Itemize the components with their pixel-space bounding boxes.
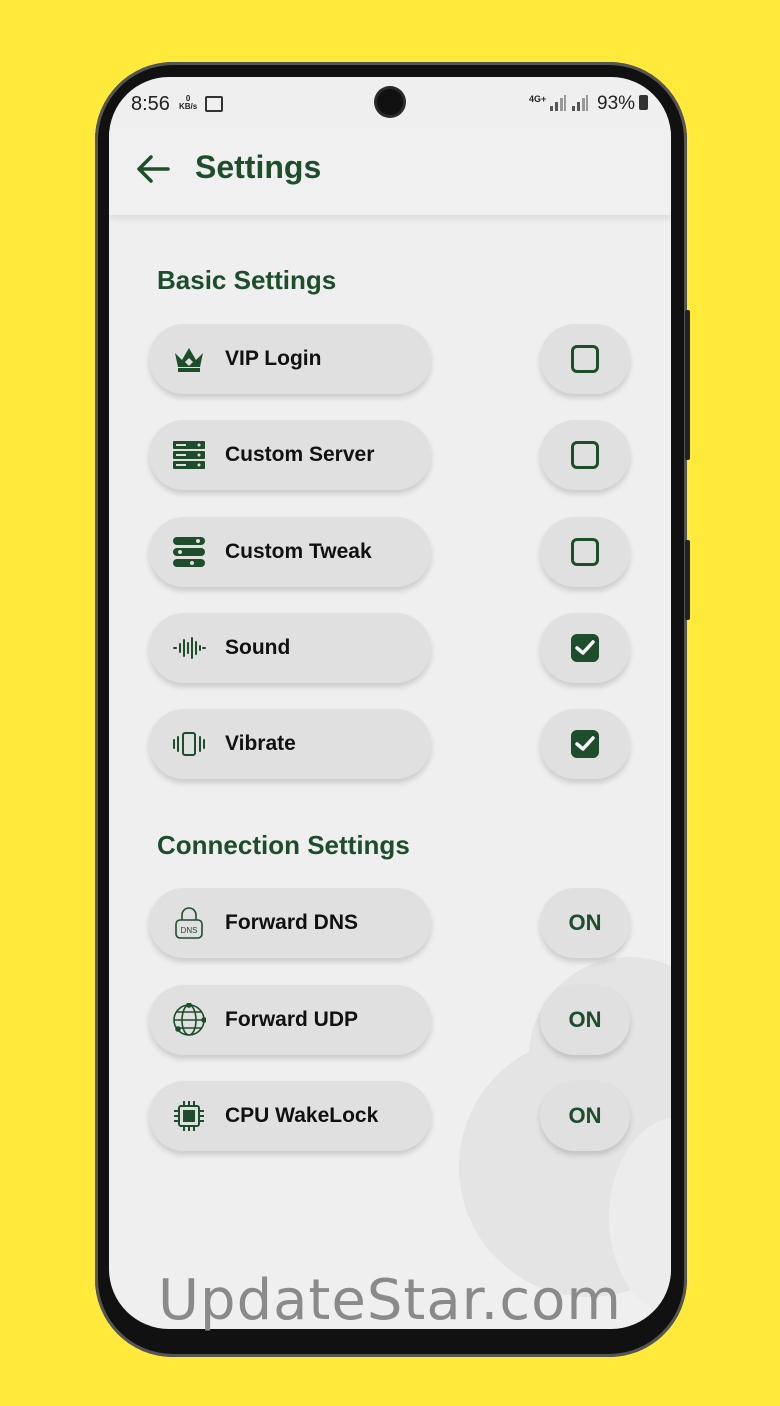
status-time: 8:56 — [131, 93, 170, 115]
vibrate-label: Vibrate — [225, 732, 296, 755]
globe-network-icon — [169, 1000, 209, 1040]
vip-login-row[interactable]: VIP Login — [149, 324, 431, 394]
sound-checkbox[interactable] — [540, 613, 630, 683]
tweak-icon — [169, 532, 209, 572]
svg-text:DNS: DNS — [181, 926, 198, 935]
connection-settings-heading: Connection Settings — [157, 830, 410, 860]
custom-server-label: Custom Server — [225, 443, 375, 466]
crown-icon — [169, 339, 209, 379]
watermark: UpdateStar.com — [158, 1268, 622, 1333]
checkbox-unchecked — [571, 538, 599, 566]
app-bar: Settings — [109, 129, 671, 215]
sound-wave-icon — [169, 628, 209, 668]
back-arrow-icon[interactable] — [135, 151, 171, 187]
forward-dns-label: Forward DNS — [225, 911, 359, 934]
cpu-wakelock-toggle[interactable]: ON — [540, 1081, 630, 1151]
vibrate-row[interactable]: Vibrate — [149, 709, 431, 779]
vibrate-checkbox[interactable] — [540, 709, 630, 779]
custom-tweak-label: Custom Tweak — [225, 540, 372, 563]
network-type: 4G+ — [529, 94, 547, 104]
cpu-wakelock-row[interactable]: CPU WakeLock — [149, 1081, 431, 1151]
forward-udp-toggle[interactable]: ON — [540, 985, 630, 1055]
forward-dns-row[interactable]: DNS Forward DNS — [149, 888, 431, 958]
toggle-state: ON — [568, 1007, 602, 1032]
battery-level: 93% — [597, 93, 636, 114]
vibrate-icon — [169, 724, 209, 764]
dns-lock-icon: DNS — [169, 903, 209, 943]
vip-login-label: VIP Login — [225, 347, 322, 370]
front-camera — [377, 89, 403, 115]
checkbox-checked — [571, 730, 599, 758]
gallery-icon — [205, 96, 223, 112]
signal-icon — [572, 95, 588, 111]
forward-udp-row[interactable]: Forward UDP — [149, 985, 431, 1055]
sound-row[interactable]: Sound — [149, 613, 431, 683]
custom-tweak-checkbox[interactable] — [540, 517, 630, 587]
custom-tweak-row[interactable]: Custom Tweak — [149, 517, 431, 587]
forward-udp-label: Forward UDP — [225, 1008, 359, 1031]
checkbox-unchecked — [571, 345, 599, 373]
vip-login-checkbox[interactable] — [540, 324, 630, 394]
page-title: Settings — [195, 149, 322, 185]
power-button — [685, 540, 690, 620]
custom-server-row[interactable]: Custom Server — [149, 420, 431, 490]
volume-button — [685, 310, 690, 460]
data-speed-unit: KB/s — [179, 102, 198, 111]
sound-label: Sound — [225, 636, 291, 659]
status-bar: 8:56 0 KB/s 4G+ 93% — [109, 77, 671, 129]
toggle-state: ON — [568, 1103, 602, 1128]
signal-icon — [550, 95, 566, 111]
toggle-state: ON — [568, 910, 602, 935]
cpu-wakelock-label: CPU WakeLock — [225, 1104, 379, 1127]
app-screen: 8:56 0 KB/s 4G+ 93% Settings Basic Setti… — [109, 77, 671, 1329]
custom-server-checkbox[interactable] — [540, 420, 630, 490]
battery-icon — [639, 95, 648, 110]
data-speed: 0 KB/s — [179, 95, 197, 111]
basic-settings-heading: Basic Settings — [157, 265, 337, 295]
forward-dns-toggle[interactable]: ON — [540, 888, 630, 958]
checkbox-checked — [571, 634, 599, 662]
checkbox-unchecked — [571, 441, 599, 469]
server-icon — [169, 435, 209, 475]
cpu-chip-icon — [169, 1096, 209, 1136]
